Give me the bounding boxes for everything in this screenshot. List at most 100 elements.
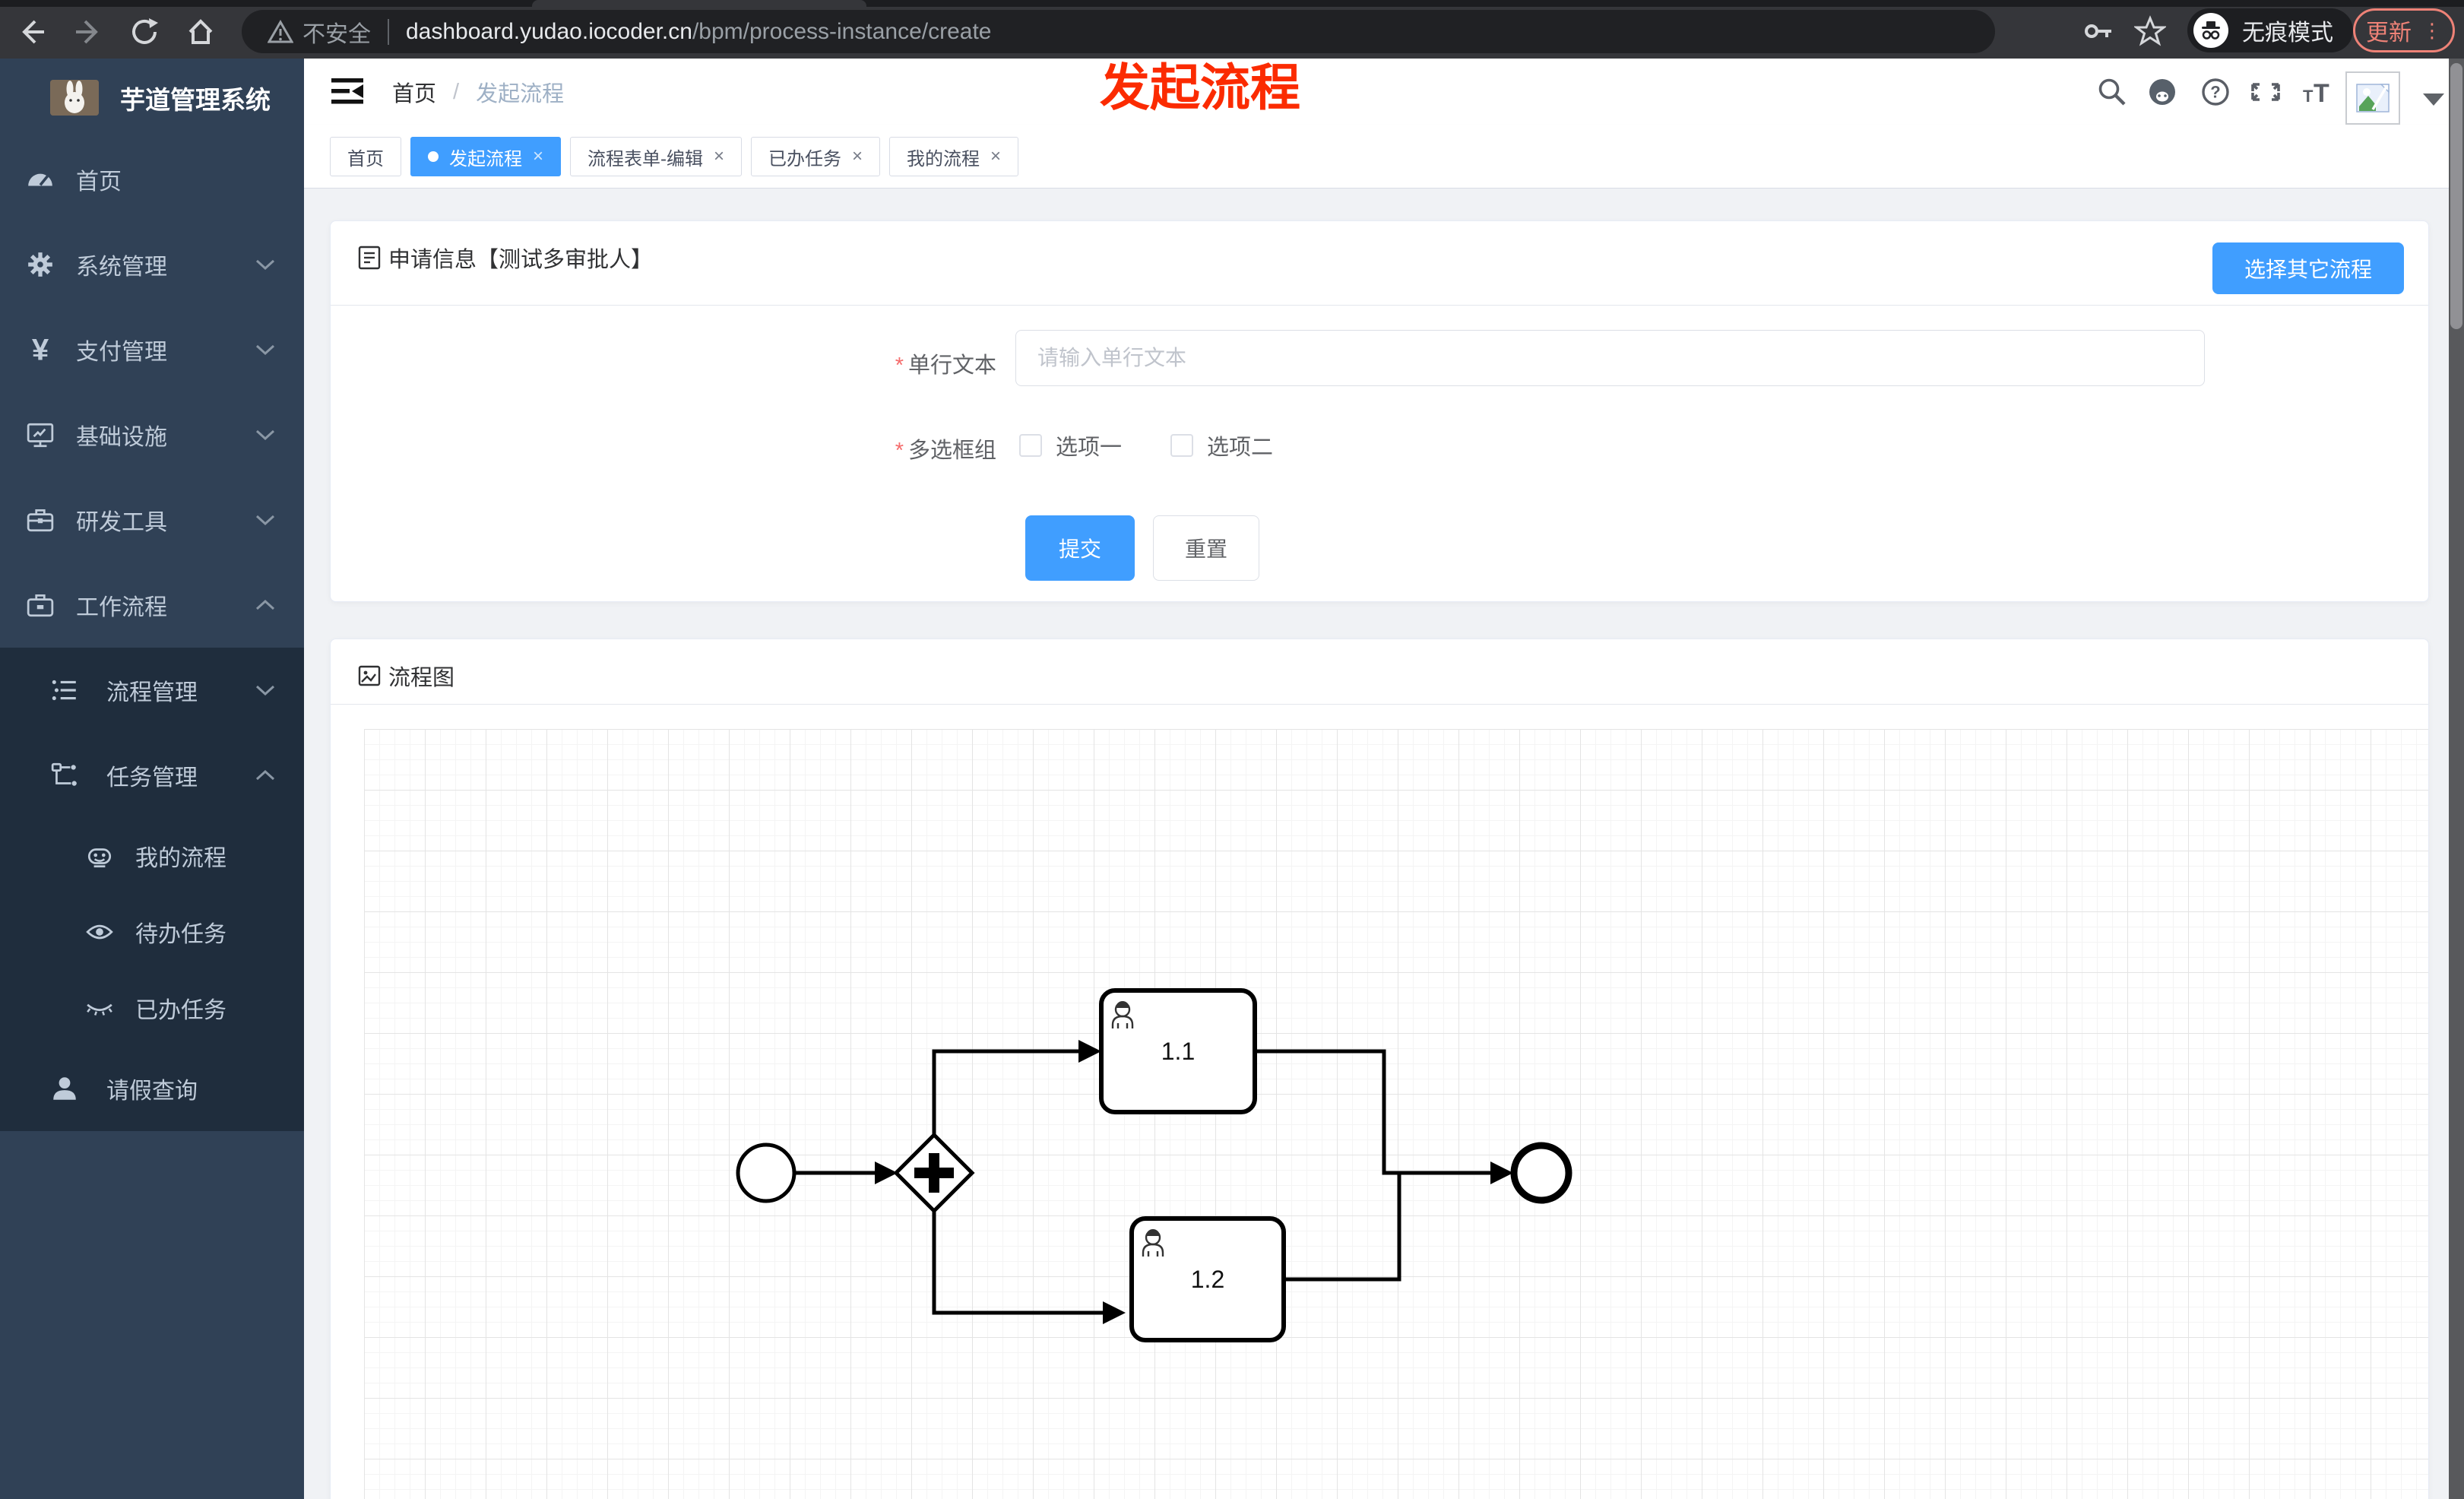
- start-event[interactable]: [736, 1142, 797, 1203]
- tag-tab-my-process[interactable]: 我的流程 ×: [889, 137, 1019, 176]
- svg-text:T: T: [2303, 87, 2314, 106]
- browser-back-icon[interactable]: [15, 15, 49, 49]
- workflow-submenu: 流程管理 任务管理 我的流程 待办任务 已办任务 请假查询: [0, 648, 304, 1131]
- document-icon: [358, 246, 381, 270]
- checkbox-icon[interactable]: [1170, 434, 1194, 457]
- sidebar-item-home[interactable]: 首页: [0, 137, 304, 222]
- tab-label: 首页: [347, 148, 384, 170]
- sidebar-item-todo-tasks[interactable]: 待办任务: [0, 894, 304, 970]
- sidebar-item-dev-tools[interactable]: 研发工具: [0, 477, 304, 563]
- scrollbar-thumb[interactable]: [2450, 63, 2462, 329]
- tab-label: 我的流程: [907, 148, 980, 170]
- checkbox-group-label: * 多选框组: [895, 439, 996, 463]
- breadcrumb-home[interactable]: 首页: [392, 76, 436, 108]
- tag-tab-form-edit[interactable]: 流程表单-编辑 ×: [570, 137, 743, 176]
- avatar-caret-down-icon[interactable]: [2423, 93, 2444, 106]
- tags-view-bar: 首页 发起流程 × 流程表单-编辑 × 已办任务 × 我的流程 ×: [304, 125, 2464, 189]
- choose-other-process-button[interactable]: 选择其它流程: [2212, 242, 2404, 294]
- diagram-header: 流程图: [358, 662, 454, 690]
- sidebar-item-task-management[interactable]: 任务管理: [0, 733, 304, 818]
- page-content: 申请信息【测试多审批人】 选择其它流程 *单行文本 *多选框组 选项一 选项二 …: [304, 189, 2464, 1499]
- single-line-text-input[interactable]: [1015, 330, 2205, 386]
- user-task-1-1[interactable]: 1.1: [1099, 988, 1257, 1114]
- page-scrollbar[interactable]: [2449, 59, 2464, 1499]
- user-task-1-2[interactable]: 1.2: [1129, 1216, 1286, 1342]
- sidebar-item-label: 研发工具: [76, 510, 167, 535]
- close-icon[interactable]: ×: [533, 147, 543, 166]
- reset-button[interactable]: 重置: [1153, 515, 1259, 581]
- tab-label: 已办任务: [768, 148, 842, 170]
- sidebar-item-system[interactable]: 系统管理: [0, 222, 304, 307]
- checkbox-label: 选项二: [1207, 436, 1274, 460]
- required-asterisk: *: [895, 353, 904, 378]
- password-key-icon[interactable]: [2082, 15, 2114, 47]
- search-icon[interactable]: [2096, 76, 2128, 108]
- close-icon[interactable]: ×: [714, 147, 724, 166]
- flow-list-icon: [50, 676, 79, 705]
- card-divider: [331, 305, 2428, 306]
- sidebar-item-label: 系统管理: [76, 255, 167, 280]
- bookmark-star-icon[interactable]: [2133, 15, 2168, 47]
- close-icon[interactable]: ×: [852, 147, 863, 166]
- bpmn-canvas[interactable]: 1.1 1.2: [364, 729, 2428, 1499]
- sidebar-item-workflow[interactable]: 工作流程: [0, 563, 304, 648]
- chevron-up-icon: [255, 599, 275, 611]
- browser-home-icon[interactable]: [184, 15, 217, 49]
- tag-tab-create-process[interactable]: 发起流程 ×: [410, 137, 562, 176]
- sidebar-item-label: 我的流程: [135, 846, 226, 871]
- sidebar-logo-row[interactable]: 芋道管理系统: [0, 59, 304, 137]
- close-icon[interactable]: ×: [990, 147, 1001, 166]
- checkbox-icon[interactable]: [1019, 434, 1042, 457]
- browser-active-tab[interactable]: [532, 0, 866, 7]
- chevron-down-icon: [255, 429, 275, 441]
- sidebar-item-label: 基础设施: [76, 425, 167, 450]
- sidebar-item-label: 已办任务: [135, 998, 226, 1023]
- submit-button[interactable]: 提交: [1025, 515, 1135, 581]
- sidebar-item-my-process[interactable]: 我的流程: [0, 818, 304, 894]
- gear-icon: [26, 250, 55, 279]
- chevron-up-icon: [255, 769, 275, 781]
- apply-info-header: 申请信息【测试多审批人】: [358, 242, 653, 273]
- browser-forward-icon[interactable]: [71, 15, 105, 49]
- sidebar-collapse-icon[interactable]: [331, 77, 363, 106]
- person-icon: [50, 1074, 79, 1103]
- github-icon[interactable]: [2146, 76, 2178, 108]
- sidebar-item-infrastructure[interactable]: 基础设施: [0, 392, 304, 477]
- main-area: 首页 / 发起流程 ? TT 首页 发起流程 × 流程表单-编辑 × 已办任务 ×: [304, 59, 2464, 1499]
- help-icon[interactable]: ?: [2200, 76, 2231, 108]
- avatar[interactable]: [2345, 71, 2400, 125]
- toolbox-icon: [26, 505, 55, 534]
- svg-text:T: T: [2314, 79, 2329, 108]
- parallel-gateway[interactable]: [893, 1132, 975, 1214]
- chevron-down-icon: [255, 514, 275, 526]
- sidebar-item-payment[interactable]: ¥ 支付管理: [0, 307, 304, 392]
- fullscreen-icon[interactable]: [2250, 76, 2282, 108]
- end-event[interactable]: [1510, 1142, 1572, 1204]
- checkbox-option-2[interactable]: 选项二: [1170, 429, 1273, 461]
- sidebar-item-label: 流程管理: [106, 680, 198, 705]
- robot-icon: [85, 841, 114, 870]
- checkbox-option-1[interactable]: 选项一: [1019, 429, 1122, 461]
- font-size-icon[interactable]: TT: [2300, 76, 2332, 108]
- tag-tab-home[interactable]: 首页: [330, 137, 401, 176]
- sidebar-item-label: 首页: [76, 170, 122, 195]
- dashboard-icon: [26, 165, 55, 194]
- not-secure-label: 不安全: [302, 21, 371, 47]
- incognito-icon: [2193, 13, 2228, 48]
- task-tree-icon: [50, 761, 79, 790]
- bpmn-diagram: 1.1 1.2: [736, 988, 1572, 1342]
- task-label: 1.2: [1191, 1266, 1224, 1293]
- sidebar-item-done-tasks[interactable]: 已办任务: [0, 970, 304, 1046]
- browser-reload-icon[interactable]: [128, 15, 161, 49]
- sidebar-item-leave-query[interactable]: 请假查询: [0, 1046, 304, 1131]
- page-title-annotation: 发起流程: [1100, 59, 1300, 116]
- active-dot-icon: [428, 151, 439, 162]
- chevron-down-icon: [255, 344, 275, 356]
- urlbar-divider: [388, 18, 389, 45]
- tag-tab-done-tasks[interactable]: 已办任务 ×: [751, 137, 881, 176]
- sidebar-item-process-management[interactable]: 流程管理: [0, 648, 304, 733]
- update-button[interactable]: 更新 ⋮: [2353, 8, 2455, 52]
- browser-menu-dots-icon[interactable]: ⋮: [2422, 21, 2442, 40]
- monitor-icon: [26, 420, 55, 449]
- not-secure-warning-icon: [268, 19, 293, 43]
